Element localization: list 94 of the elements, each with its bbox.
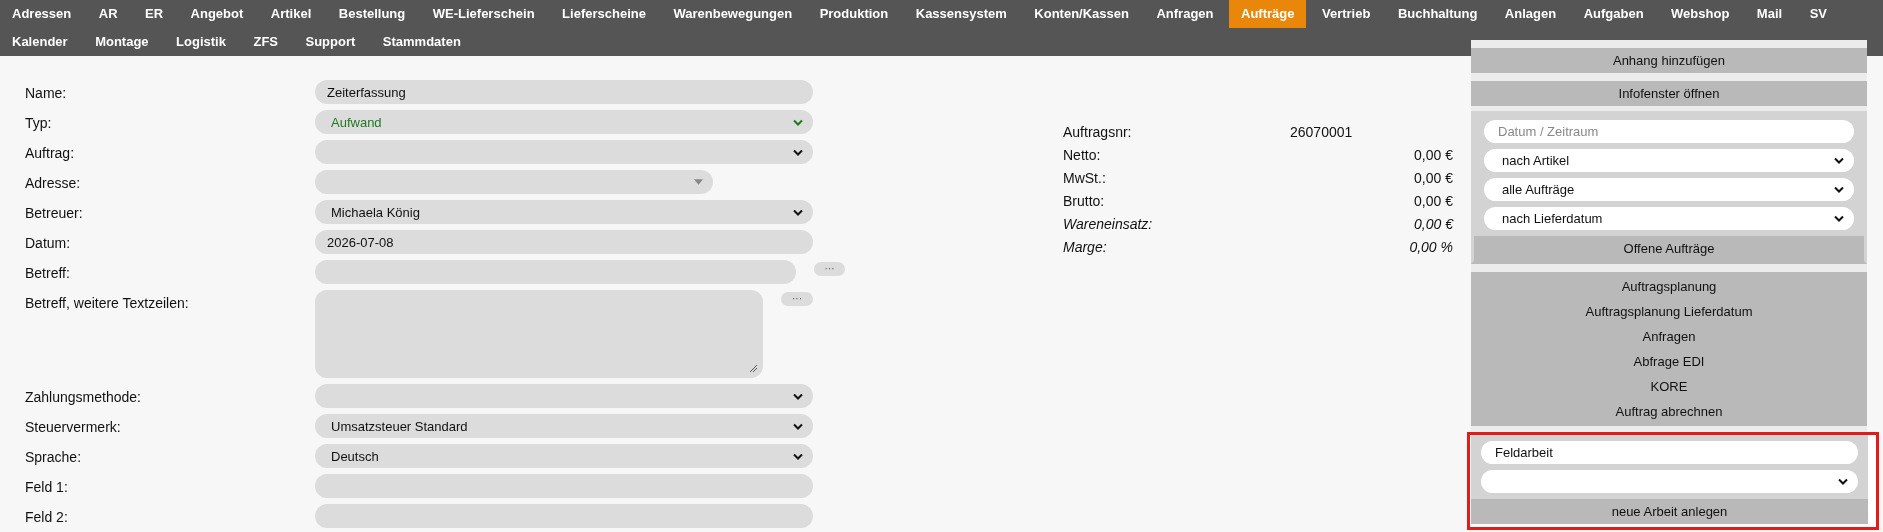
summary-value: 0,00 € [1414, 146, 1453, 163]
menu-tab[interactable]: Stammdaten [370, 28, 473, 56]
menu-tab[interactable]: Aufgaben [1571, 0, 1656, 28]
side-link[interactable]: Auftragsplanung [1621, 274, 1717, 299]
menu-tab[interactable]: SV [1797, 0, 1839, 28]
field-label: Sprache: [25, 448, 83, 465]
summary-value: 0,00 € [1414, 215, 1453, 232]
select-field[interactable]: nach Artikel [1484, 149, 1854, 172]
input-field[interactable] [315, 260, 797, 284]
menu-tab[interactable]: Vertrieb [1309, 0, 1383, 28]
select-field[interactable]: Michaela König [315, 200, 813, 224]
field-label: Datum: [25, 234, 72, 251]
select-field[interactable]: Deutsch [315, 444, 813, 468]
select-field[interactable]: Umsatzsteuer Standard [315, 414, 813, 438]
field-label: Typ: [25, 114, 53, 131]
chevron-icon [793, 452, 803, 460]
chevron-icon [793, 208, 803, 216]
summary-label: Netto: [1063, 146, 1102, 163]
menu-tab[interactable]: Anfragen [1144, 0, 1226, 28]
side-link[interactable]: KORE [1650, 374, 1688, 399]
menu-tab[interactable]: Produktion [807, 0, 901, 28]
chevron-icon [1834, 215, 1844, 222]
menu-tab[interactable]: Support [293, 28, 368, 56]
menu-tab[interactable]: Mail [1744, 0, 1795, 28]
select-field[interactable] [1481, 470, 1858, 493]
menu-tab[interactable]: WE-Lieferschein [420, 0, 547, 28]
field-label: Feld 2: [25, 508, 69, 525]
select-field[interactable] [315, 384, 813, 408]
menu-tab[interactable]: Lieferscheine [550, 0, 658, 28]
menu-tab[interactable]: Warenbewegungen [661, 0, 805, 28]
side-link[interactable]: Anfragen [1642, 324, 1696, 349]
summary-label: Marge: [1063, 238, 1108, 255]
field-label: Betreff: [25, 264, 71, 281]
chevron-icon [793, 422, 803, 430]
menu-tab[interactable]: Konten/Kassen [1022, 0, 1141, 28]
menu-tab[interactable]: AR [86, 0, 130, 28]
chevron-icon [793, 118, 803, 126]
menu-tab[interactable]: Logistik [164, 28, 238, 56]
dropdown-arrow-icon [694, 179, 703, 185]
select-field[interactable]: Aufwand [315, 110, 813, 134]
input-field[interactable]: Feldarbeit [1481, 441, 1858, 464]
field-label: Betreuer: [25, 204, 84, 221]
input-field[interactable] [315, 504, 813, 528]
more-button[interactable]: ··· [814, 262, 845, 276]
menu-tab[interactable]: Webshop [1659, 0, 1742, 28]
field-label: Adresse: [25, 174, 82, 191]
side-link[interactable]: Abfrage EDI [1633, 349, 1705, 374]
input-field[interactable]: 2026-07-08 [315, 230, 813, 254]
chevron-icon [793, 148, 803, 156]
summary-value: 0,00 € [1414, 192, 1453, 209]
more-button[interactable]: ··· [781, 292, 813, 306]
field-label: Auftrag: [25, 144, 76, 161]
input-field[interactable]: Zeiterfassung [315, 80, 813, 104]
side-link[interactable]: Auftragsplanung Lieferdatum [1585, 299, 1753, 324]
menu-tab[interactable]: Artikel [258, 0, 324, 28]
field-label: Steuervermerk: [25, 418, 122, 435]
field-label: Zahlungsmethode: [25, 388, 142, 405]
menu-tab[interactable]: Buchhaltung [1385, 0, 1490, 28]
summary-label: MwSt.: [1063, 169, 1107, 186]
input-field[interactable]: Datum / Zeitraum [1484, 120, 1854, 143]
select-field[interactable] [315, 140, 813, 164]
field-label: Betreff, weitere Textzeilen: [25, 294, 190, 311]
summary-value: 0,00 € [1414, 169, 1453, 186]
menu-tab[interactable]: Angebot [178, 0, 256, 28]
summary-label: Auftragsnr: [1063, 123, 1133, 140]
menu-tab[interactable]: Kassensystem [903, 0, 1019, 28]
select-field[interactable]: alle Aufträge [1484, 178, 1854, 201]
summary-label: Brutto: [1063, 192, 1106, 209]
menu-tab[interactable]: ER [133, 0, 176, 28]
menu-tab[interactable]: Anlagen [1492, 0, 1569, 28]
field-label: Name: [25, 84, 68, 101]
field-label: Feld 1: [25, 478, 69, 495]
summary-value: 0,00 % [1409, 238, 1453, 255]
menu-tab[interactable]: ZFS [241, 28, 290, 56]
text-area[interactable] [315, 290, 763, 378]
summary-value: 26070001 [1290, 123, 1353, 140]
side-button[interactable]: neue Arbeit anlegen [1471, 499, 1868, 524]
select-field[interactable]: nach Lieferdatum [1484, 207, 1854, 230]
menu-tab[interactable]: Bestellung [326, 0, 418, 28]
menu-tab[interactable]: Montage [83, 28, 161, 56]
menu-tab[interactable]: Kalender [0, 28, 80, 56]
side-button[interactable]: Infofenster öffnen [1471, 81, 1867, 106]
side-button[interactable]: Offene Aufträge [1474, 236, 1864, 261]
side-link[interactable]: Auftrag abrechnen [1615, 399, 1723, 424]
chevron-icon [1834, 186, 1844, 193]
chevron-icon [793, 392, 803, 400]
summary-label: Wareneinsatz: [1063, 215, 1154, 232]
menu-tab[interactable]: Adressen [0, 0, 84, 28]
resize-handle-icon [749, 364, 757, 372]
combo-field[interactable] [315, 170, 713, 194]
chevron-icon [1838, 478, 1848, 485]
chevron-icon [1834, 157, 1844, 164]
input-field[interactable] [315, 474, 813, 498]
side-button[interactable]: Anhang hinzufügen [1471, 48, 1867, 73]
